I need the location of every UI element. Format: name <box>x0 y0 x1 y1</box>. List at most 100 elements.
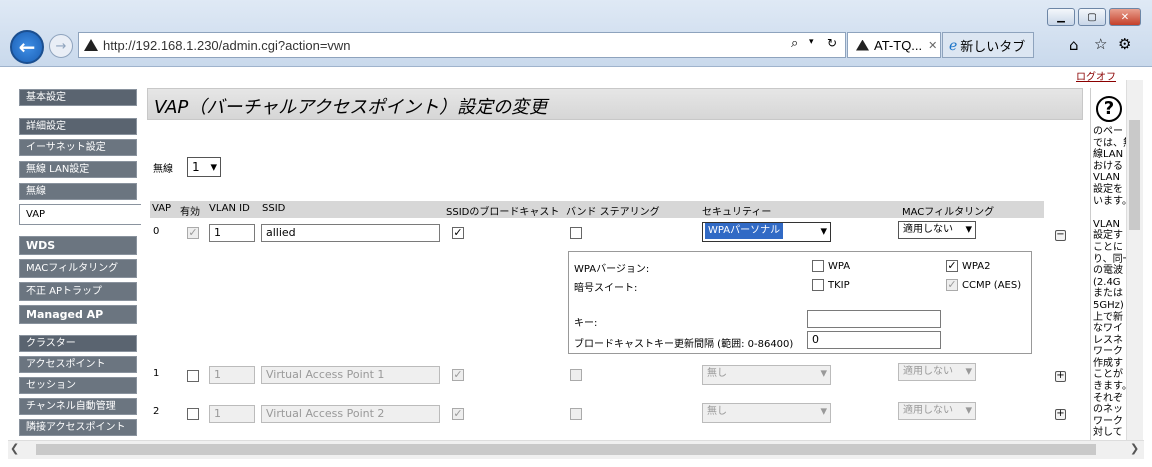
header-security: セキュリティー <box>702 207 772 218</box>
key-input[interactable] <box>807 310 941 328</box>
sidebar-item-cluster[interactable]: クラスター <box>19 335 137 352</box>
row0-mac-filter-select[interactable]: 適用しない ▾ <box>898 221 976 239</box>
chevron-down-icon: ▾ <box>965 222 972 237</box>
row1-security-value: 無し <box>707 368 727 379</box>
row2-band-steering-checkbox[interactable] <box>570 408 582 420</box>
help-text-line: または <box>1093 288 1123 300</box>
row2-broadcast-checkbox[interactable]: ✓ <box>452 408 464 420</box>
refresh-icon[interactable]: ↻ <box>827 36 837 50</box>
row1-enabled-checkbox[interactable] <box>187 370 199 382</box>
header-vlan-id: VLAN ID <box>209 203 250 214</box>
sidebar-item-managed-ap[interactable]: Managed AP <box>19 305 137 324</box>
row0-security-select[interactable]: WPAパーソナル ▾ <box>702 222 831 242</box>
help-text-line: 作成す <box>1093 357 1123 369</box>
check-icon: ✓ <box>453 368 463 381</box>
home-icon[interactable]: ⌂ <box>1069 36 1079 54</box>
help-icon[interactable]: ? <box>1096 96 1122 122</box>
row0-ssid-input[interactable]: allied <box>261 224 440 242</box>
sidebar-item-vap[interactable]: VAP <box>19 204 141 225</box>
row2-enabled-checkbox[interactable] <box>187 408 199 420</box>
row0-broadcast-checkbox[interactable]: ✓ <box>452 227 464 239</box>
url-text: http://192.168.1.230/admin.cgi?action=vw… <box>103 38 351 53</box>
row2-security-select[interactable]: 無し ▾ <box>702 403 831 423</box>
sidebar-item-mac-filter[interactable]: MACフィルタリング <box>19 259 137 278</box>
sidebar-item-wds[interactable]: WDS <box>19 236 137 255</box>
vertical-scroll-thumb[interactable] <box>1129 120 1140 230</box>
sidebar-item-ethernet[interactable]: イーサネット設定 <box>19 139 137 156</box>
tab-active[interactable]: AT-TQ... ✕ <box>847 32 941 58</box>
forward-button[interactable]: → <box>49 34 73 58</box>
row0-vlan-input[interactable]: 1 <box>209 224 255 242</box>
row0-band-steering-checkbox[interactable] <box>570 227 582 239</box>
row2-vap: 2 <box>153 406 160 417</box>
row2-ssid-input[interactable]: Virtual Access Point 2 <box>261 405 440 423</box>
row0-collapse-button[interactable]: − <box>1055 230 1066 241</box>
row1-mac-filter-value: 適用しない <box>903 366 953 377</box>
sidebar-item-wlan[interactable]: 無線 LAN設定 <box>19 161 137 178</box>
help-text-line: なワイ <box>1093 323 1123 335</box>
broadcast-key-interval-input[interactable]: 0 <box>807 331 941 349</box>
row1-broadcast-checkbox[interactable]: ✓ <box>452 369 464 381</box>
sidebar-item-advanced[interactable]: 詳細設定 <box>19 118 137 135</box>
check-icon: ✓ <box>947 259 957 272</box>
row1-band-steering-checkbox[interactable] <box>570 369 582 381</box>
row1-mac-filter-select[interactable]: 適用しない ▾ <box>898 363 976 381</box>
sidebar-item-radio[interactable]: 無線 <box>19 183 137 200</box>
tab-logo-icon <box>856 39 869 51</box>
horizontal-scroll-thumb[interactable] <box>36 444 1096 455</box>
row2-mac-filter-select[interactable]: 適用しない ▾ <box>898 402 976 420</box>
tkip-label: TKIP <box>828 280 850 291</box>
address-bar[interactable]: http://192.168.1.230/admin.cgi?action=vw… <box>78 32 846 58</box>
scroll-left-icon[interactable]: ❮ <box>10 442 19 455</box>
tab-label: AT-TQ... <box>874 37 923 53</box>
header-band-steering: バンド ステアリング <box>566 207 660 218</box>
close-window-button[interactable]: ✕ <box>1109 8 1141 26</box>
row1-vlan-input[interactable]: 1 <box>209 366 255 384</box>
help-text-line: ことに <box>1093 241 1123 253</box>
table-header: VAP 有効 VLAN ID SSID SSIDのブロードキャスト バンド ステ… <box>150 201 1044 218</box>
favorites-star-icon[interactable]: ☆ <box>1094 35 1107 53</box>
help-text-line: 5GHz) <box>1093 299 1124 311</box>
wpa2-checkbox[interactable]: ✓ <box>946 260 958 272</box>
row1-vap: 1 <box>153 368 160 379</box>
tkip-checkbox[interactable] <box>812 279 824 291</box>
search-icon[interactable]: ⌕ <box>791 36 798 51</box>
row1-security-select[interactable]: 無し ▾ <box>702 365 831 385</box>
wpa-label: WPA <box>828 261 851 272</box>
horizontal-scrollbar[interactable]: ❮ ❯ <box>8 440 1144 459</box>
sidebar-item-access-points[interactable]: アクセスポイント <box>19 356 137 373</box>
check-icon: ✓ <box>453 407 463 420</box>
wpa-settings-panel: WPAバージョン: WPA ✓ WPA2 暗号スイート: TKIP ✓ CCMP… <box>568 251 1032 354</box>
sidebar-item-sessions[interactable]: セッション <box>19 377 137 394</box>
help-text-line: レスネ <box>1093 334 1123 346</box>
chevron-down-icon: ▾ <box>820 224 827 239</box>
scroll-right-icon[interactable]: ❯ <box>1130 442 1139 455</box>
header-ssid-broadcast: SSIDのブロードキャスト <box>446 207 560 218</box>
sidebar-item-channel-mgmt[interactable]: チャンネル自動管理 <box>19 398 137 415</box>
tab-close-icon[interactable]: ✕ <box>928 39 937 52</box>
ccmp-checkbox[interactable]: ✓ <box>946 279 958 291</box>
dropdown-icon[interactable]: ▾ <box>809 37 814 47</box>
vertical-scrollbar[interactable] <box>1126 80 1143 440</box>
radio-select[interactable]: 1 ▾ <box>187 157 221 177</box>
wpa-checkbox[interactable] <box>812 260 824 272</box>
logout-link[interactable]: ログオフ <box>1076 68 1116 83</box>
help-text: のペー では、無 線LAN おける VLAN 設定を います。 VLAN 設定す ことに り、同一… <box>1093 126 1129 439</box>
row2-vlan-input[interactable]: 1 <box>209 405 255 423</box>
maximize-button[interactable]: ▢ <box>1078 8 1106 26</box>
row2-expand-button[interactable]: + <box>1055 409 1066 420</box>
row1-expand-button[interactable]: + <box>1055 371 1066 382</box>
help-text-line: り、同一 <box>1093 253 1129 265</box>
sidebar-item-rogue-ap[interactable]: 不正 APトラップ <box>19 282 137 301</box>
chevron-down-icon: ▾ <box>965 364 972 379</box>
minimize-button[interactable]: ▁ <box>1047 8 1075 26</box>
sidebar-item-basic[interactable]: 基本設定 <box>19 89 137 106</box>
row1-ssid-input[interactable]: Virtual Access Point 1 <box>261 366 440 384</box>
help-text-line: ことが <box>1093 369 1123 381</box>
row0-enabled-checkbox[interactable]: ✓ <box>187 227 199 239</box>
sidebar-item-neighbor-ap[interactable]: 隣接アクセスポイント <box>19 419 137 436</box>
back-button[interactable]: ← <box>10 30 44 64</box>
tab-new[interactable]: ℯ 新しいタブ <box>942 32 1034 58</box>
header-mac-filter: MACフィルタリング <box>902 207 995 218</box>
gear-icon[interactable]: ⚙ <box>1118 35 1131 53</box>
